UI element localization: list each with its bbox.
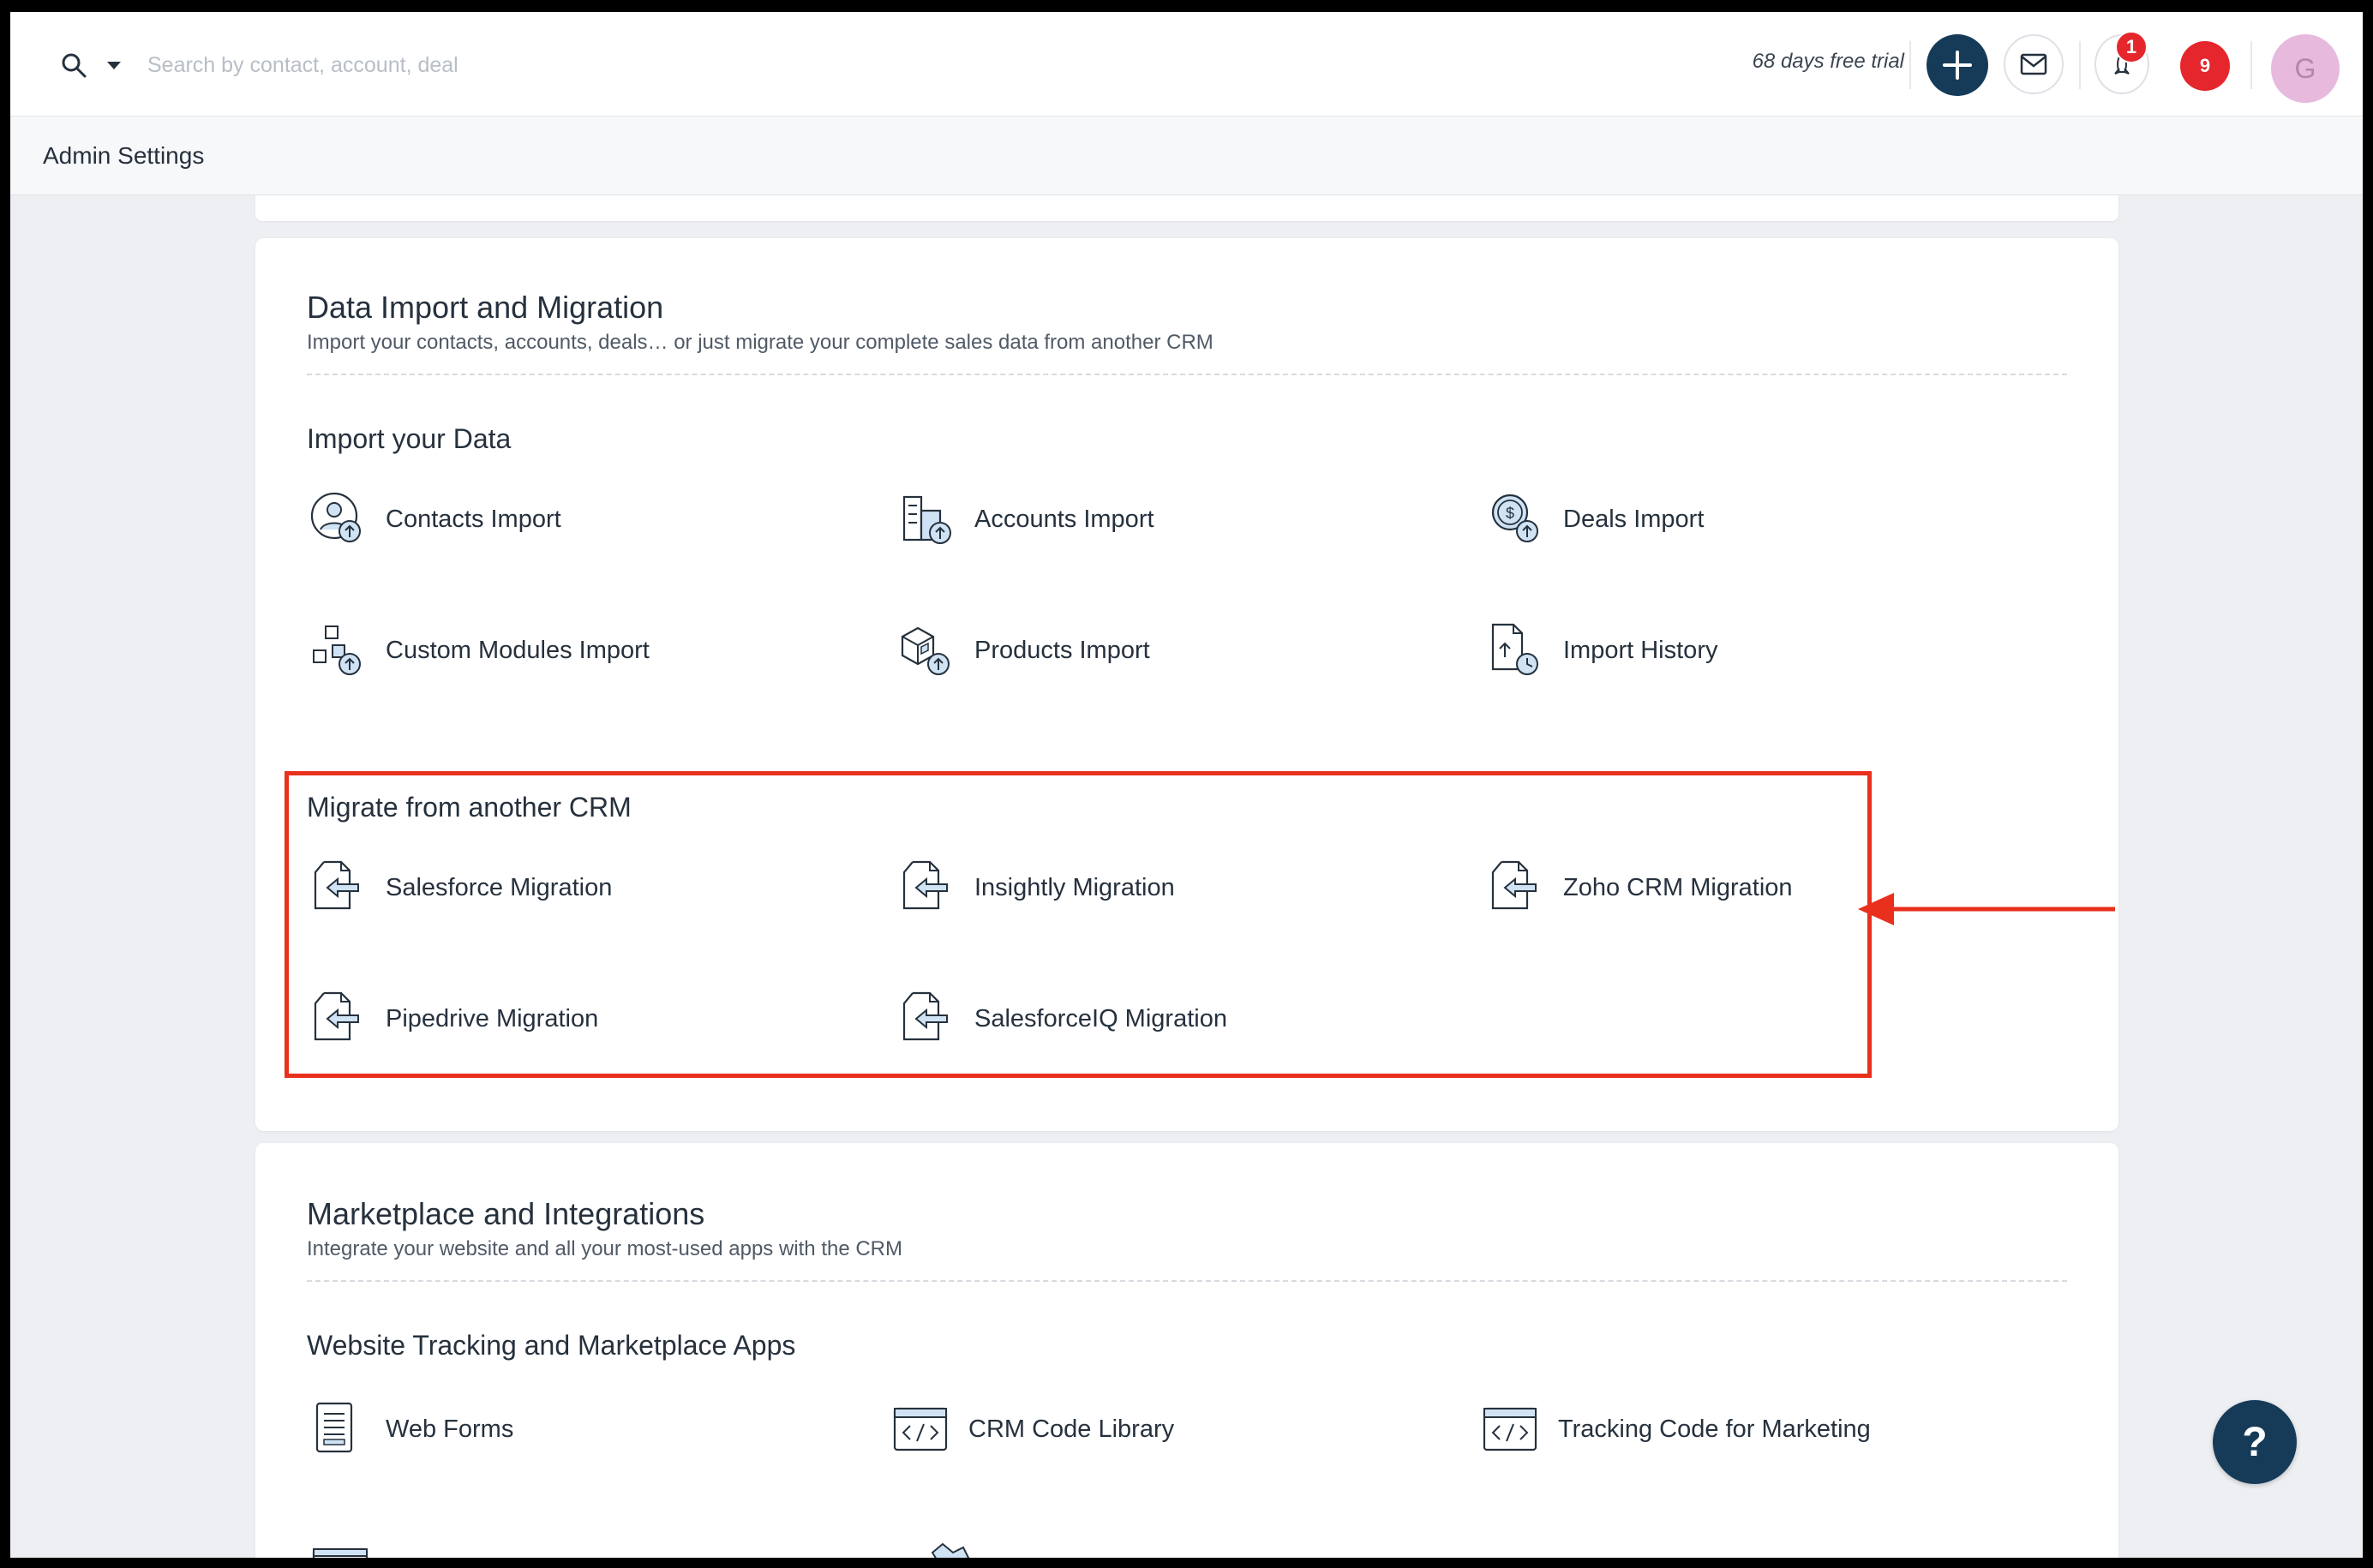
item-label: Import History (1563, 636, 1718, 664)
file-clock-icon (1491, 623, 1538, 675)
section-title: Import your Data (307, 423, 512, 454)
card-subtitle: Integrate your website and all your most… (307, 1237, 903, 1260)
modules-upload-icon (313, 625, 361, 675)
tracking-code-link[interactable]: Tracking Code for Marketing (1479, 1398, 1871, 1460)
item-label: CRM Code Library (968, 1415, 1175, 1443)
crm-code-library-link[interactable]: CRM Code Library (890, 1398, 1174, 1460)
accounts-import-link[interactable]: Accounts Import (896, 488, 1154, 550)
deals-import-link[interactable]: $ Deals Import (1484, 488, 1704, 550)
card-subtitle: Import your contacts, accounts, deals… o… (307, 331, 1213, 354)
item-label: Custom Modules Import (386, 636, 650, 664)
custom-modules-import-link[interactable]: Custom Modules Import (307, 619, 650, 681)
mail-button[interactable] (2004, 34, 2064, 94)
form-icon (315, 1402, 353, 1453)
notification-badge[interactable]: 9 (2180, 41, 2230, 91)
top-bar: 68 days free trial 1 9 G (10, 12, 2363, 117)
puzzle-icon (931, 1542, 970, 1558)
annotation-arrow-icon (1858, 893, 2115, 925)
marketplace-card: Marketplace and Integrations Integrate y… (255, 1143, 2118, 1558)
svg-text:$: $ (1506, 505, 1514, 522)
trial-status: 68 days free trial (1752, 50, 1904, 73)
web-forms-link[interactable]: Web Forms (307, 1398, 513, 1460)
contacts-import-link[interactable]: Contacts Import (307, 488, 561, 550)
item-label: Deals Import (1563, 505, 1705, 533)
divider (2250, 41, 2252, 89)
updates-badge: 1 (2115, 31, 2148, 63)
code-window-icon (1483, 1407, 1537, 1451)
dollar-upload-icon: $ (1491, 494, 1538, 542)
divider (307, 374, 2067, 375)
mail-icon (2020, 53, 2047, 75)
code-window-icon (893, 1407, 948, 1451)
box-upload-icon (901, 626, 950, 675)
import-history-link[interactable]: Import History (1484, 619, 1717, 681)
help-button[interactable]: ? (2213, 1400, 2297, 1484)
plus-icon (1943, 51, 1972, 80)
card-title: Marketplace and Integrations (307, 1196, 705, 1231)
chevron-down-icon[interactable] (105, 56, 123, 75)
sub-header: Admin Settings (10, 117, 2363, 195)
page-title: Admin Settings (43, 142, 205, 169)
products-import-link[interactable]: Products Import (896, 619, 1150, 681)
divider (1909, 41, 1911, 89)
search-icon[interactable] (60, 51, 89, 81)
divider (307, 1280, 2067, 1282)
previous-card (255, 195, 2118, 221)
app-window: 68 days free trial 1 9 G Admin Settings … (10, 12, 2363, 1558)
item-label: Accounts Import (974, 505, 1154, 533)
search-input[interactable] (147, 43, 919, 87)
item-label: Products Import (974, 636, 1150, 664)
section-title: Website Tracking and Marketplace Apps (307, 1330, 796, 1361)
item-label: Tracking Code for Marketing (1558, 1415, 1871, 1443)
building-upload-icon (902, 495, 951, 544)
item-label: Web Forms (386, 1415, 514, 1443)
card-title: Data Import and Migration (307, 290, 664, 325)
migration-highlight-box (285, 771, 1872, 1078)
add-button[interactable] (1927, 34, 1988, 96)
contact-upload-icon (310, 492, 361, 542)
web-form-window-icon (312, 1547, 369, 1558)
item-label: Contacts Import (386, 505, 561, 533)
avatar[interactable]: G (2271, 34, 2340, 103)
divider (2079, 41, 2081, 89)
